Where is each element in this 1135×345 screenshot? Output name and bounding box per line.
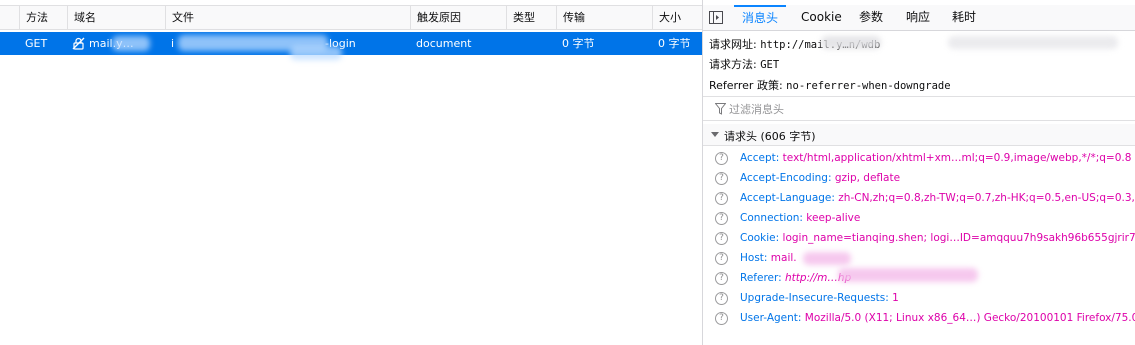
header-name: Upgrade-Insecure-Requests:: [740, 292, 889, 304]
referrer-policy-line: Referrer 政策: no-referrer-when-downgrade: [709, 77, 951, 93]
header-name: Accept:: [740, 152, 780, 164]
column-header-transferred[interactable]: 传输: [556, 6, 653, 29]
question-mark-icon[interactable]: ?: [715, 252, 728, 265]
panel-toggle-icon[interactable]: [709, 11, 723, 24]
question-mark-icon[interactable]: ?: [715, 172, 728, 185]
column-header-cause[interactable]: 触发原因: [410, 6, 507, 29]
column-header-method[interactable]: 方法: [19, 6, 68, 29]
redaction-mark: [290, 46, 342, 60]
header-value: zh-CN,zh;q=0.8,zh-TW;q=0.7,zh-HK;q=0.5,e…: [838, 192, 1135, 204]
request-method-label: 请求方法:: [709, 58, 757, 71]
question-mark-icon[interactable]: ?: [715, 312, 728, 325]
header-name: Accept-Language:: [740, 192, 835, 204]
expand-triangle-icon[interactable]: [711, 132, 719, 137]
tab-timings[interactable]: 耗时: [944, 5, 984, 30]
referrer-policy-value: no-referrer-when-downgrade: [786, 80, 951, 92]
header-name: Connection:: [740, 212, 803, 224]
redaction-mark: [838, 268, 978, 282]
tab-params[interactable]: 参数: [851, 5, 891, 30]
redaction-mark: [821, 36, 881, 49]
question-mark-icon[interactable]: ?: [715, 292, 728, 305]
request-type: [506, 32, 557, 55]
question-mark-icon[interactable]: ?: [715, 272, 728, 285]
question-mark-icon[interactable]: ?: [715, 152, 728, 165]
redaction-mark: [112, 36, 150, 51]
header-row[interactable]: ? Accept-Language: zh-CN,zh;q=0.8,zh-TW;…: [703, 189, 1135, 209]
header-value: login_name=tianqing.shen; logi…ID=amqquu…: [782, 232, 1135, 244]
column-header-size[interactable]: 大小: [652, 6, 702, 29]
header-row[interactable]: ? Upgrade-Insecure-Requests: 1: [703, 289, 1135, 309]
question-mark-icon[interactable]: ?: [715, 192, 728, 205]
column-header-domain[interactable]: 域名: [67, 6, 166, 29]
header-filter-bar: [703, 96, 1135, 121]
header-filter-input[interactable]: [729, 100, 1109, 118]
request-headers-title: 请求头 (606 字节): [724, 130, 816, 143]
header-value: gzip, deflate: [834, 172, 901, 184]
request-size: 0 字节: [658, 37, 691, 50]
redaction-mark: [803, 252, 851, 265]
header-row[interactable]: ? Accept-Encoding: gzip, deflate: [703, 169, 1135, 189]
request-method: GET: [25, 37, 48, 50]
request-method-line: 请求方法: GET: [709, 56, 779, 72]
details-tab-bar: 消息头 Cookie 参数 响应 耗时: [703, 5, 1135, 31]
header-row[interactable]: ? Host: mail.: [703, 249, 1135, 269]
request-url-label: 请求网址:: [709, 38, 757, 51]
request-headers-section[interactable]: 请求头 (606 字节): [703, 124, 1135, 146]
header-value: keep-alive: [806, 212, 861, 224]
details-panel: 消息头 Cookie 参数 响应 耗时 请求网址: http://mail.y……: [702, 0, 1135, 345]
header-value: 1: [892, 292, 899, 304]
tab-cookie[interactable]: Cookie: [793, 5, 850, 30]
header-row[interactable]: ? Accept: text/html,application/xhtml+xm…: [703, 149, 1135, 169]
header-value: Mozilla/5.0 (X11; Linux x86_64…) Gecko/2…: [804, 312, 1135, 324]
header-name: Referer:: [740, 272, 782, 284]
column-header-file[interactable]: 文件: [165, 6, 411, 29]
request-method-value: GET: [760, 59, 780, 71]
tab-response[interactable]: 响应: [898, 5, 938, 30]
request-row[interactable]: GET mail.y… i -login document 0 字节 0 字节: [0, 32, 702, 55]
question-mark-icon[interactable]: ?: [715, 232, 728, 245]
question-mark-icon[interactable]: ?: [715, 212, 728, 225]
header-value: mail.: [770, 252, 797, 264]
header-row[interactable]: ? User-Agent: Mozilla/5.0 (X11; Linux x8…: [703, 309, 1135, 329]
request-transferred: 0 字节: [562, 37, 595, 50]
column-header-type[interactable]: 类型: [506, 6, 557, 29]
request-list: 方法 域名 文件 触发原因 类型 传输 大小 GET mail.y… i -lo…: [0, 0, 702, 345]
referrer-policy-label: Referrer 政策:: [709, 79, 783, 92]
header-name: User-Agent:: [740, 312, 802, 324]
header-row[interactable]: ? Cookie: login_name=tianqing.shen; logi…: [703, 229, 1135, 249]
header-name: Accept-Encoding:: [740, 172, 832, 184]
header-name: Host:: [740, 252, 768, 264]
header-row[interactable]: ? Connection: keep-alive: [703, 209, 1135, 229]
tab-headers[interactable]: 消息头: [734, 5, 787, 30]
filter-icon: [715, 103, 726, 115]
request-cause: document: [416, 37, 472, 50]
header-name: Cookie:: [740, 232, 780, 244]
request-list-header: 方法 域名 文件 触发原因 类型 传输 大小: [0, 5, 702, 30]
redaction-mark: [948, 36, 1118, 49]
header-value: text/html,application/xhtml+xm…ml;q=0.9,…: [782, 152, 1132, 164]
